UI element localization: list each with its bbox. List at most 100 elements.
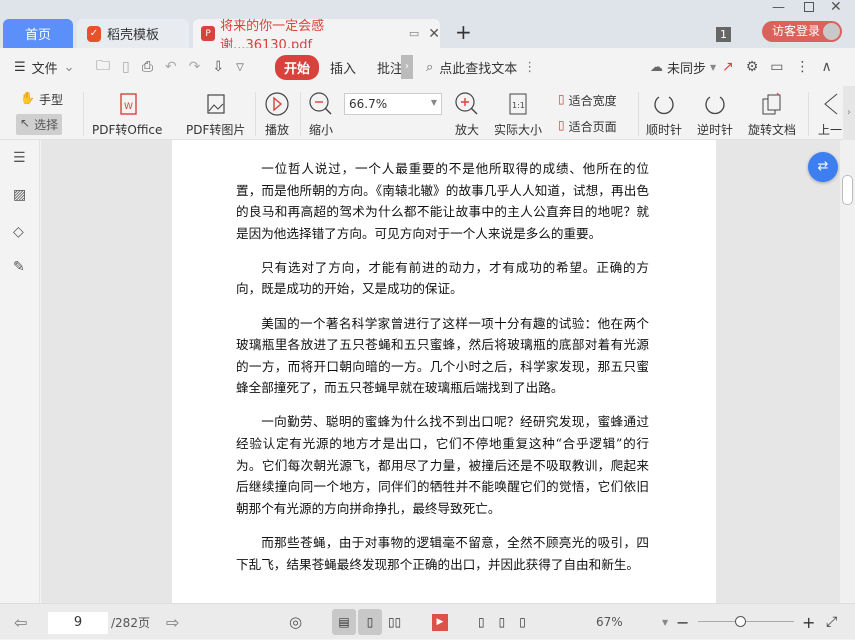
close-tab-icon[interactable]: ✕ [428,26,440,42]
settings-icon[interactable]: ⚙ [746,59,759,75]
sync-label: 未同步 [667,61,707,77]
tab-document[interactable]: P 将来的你一定会感谢...36130.pdf ▭ ✕ [193,19,440,53]
pdf-icon: P [201,26,216,41]
more-dropdown-icon[interactable]: ▽ [236,62,244,73]
docer-logo-icon: ✓ [87,25,101,42]
pdf-to-office-button[interactable]: W PDF转Office [92,91,162,138]
page-number-input[interactable]: 9 [48,612,108,634]
continuous-view-icon[interactable]: ▯ [358,609,382,635]
fit-width-button[interactable]: ▯ 适合宽度 [558,92,617,109]
fit-page-icon: ▯ [558,118,565,132]
actual-size-icon[interactable]: ▯ [478,615,485,629]
more-options-icon[interactable]: ⋮ [796,59,810,75]
close-window-button[interactable]: ✕ [830,0,842,15]
fit-page-icon[interactable]: ▯ [499,615,506,629]
pdf-to-office-icon: W [120,93,137,115]
fit-width-icon[interactable]: ▯ [519,615,526,629]
pdf-page: 一位哲人说过，一个人最重要的不是他所取得的成绩、他所在的位置，而是他所朝的方向。… [172,140,716,603]
new-tab-button[interactable]: + [455,20,472,44]
tab-home[interactable]: 首页 [3,19,73,48]
redo-icon[interactable]: ↷ [189,59,201,75]
paragraph: 只有选对了方向，才能有前进的动力，才有成功的希望。正确的方向，既是成功的开始，又… [236,259,649,297]
divider [300,92,301,136]
zoom-select[interactable]: 66.7% ▼ [344,93,442,115]
pin-icon[interactable]: ▭ [409,27,419,40]
bookmark-icon[interactable]: ◇ [13,224,24,240]
open-icon[interactable]: 🗀 [96,55,110,79]
zoom-slider[interactable] [698,616,794,627]
eye-protection-icon[interactable]: ◎ [289,604,302,640]
pdf-to-image-icon [207,94,225,114]
search-text[interactable]: ⌕ 点此查找文本 ⋮ [426,48,536,86]
tab-insert[interactable]: 插入 [330,48,356,86]
tab-templates[interactable]: ✓ 稻壳模板 [77,19,189,48]
print-icon[interactable]: ⎙ [142,59,153,75]
zoom-out-button[interactable]: 缩小 [308,91,334,138]
sync-status[interactable]: ☁ 未同步 ▼ [650,48,716,86]
play-button[interactable]: 播放 [264,91,290,138]
two-page-view-icon[interactable]: ▯▯ [388,604,401,640]
zoom-out-icon [309,92,332,115]
outline-icon[interactable]: ☰ [13,150,26,166]
document-viewer: 一位哲人说过，一个人最重要的不是他所取得的成绩、他所在的位置，而是他所朝的方向。… [41,140,840,603]
fullscreen-icon[interactable]: ⤢ [826,604,837,640]
fit-page-button[interactable]: ▯ 适合页面 [558,118,617,135]
ribbon-scroll-right[interactable]: › [843,86,855,140]
select-tool[interactable]: ↖ 选择 [16,114,63,135]
label: 适合页面 [568,120,617,134]
rotate-ccw-button[interactable]: 逆时针 [697,91,733,138]
hand-tool[interactable]: ✋ 手型 [20,91,63,108]
zoom-out-icon[interactable]: − [676,604,689,640]
rotate-cw-icon [654,96,674,115]
label: 实际大小 [494,123,543,137]
scrollbar-thumb[interactable] [842,175,853,205]
caret-icon: ▼ [710,62,717,72]
previous-page-button[interactable]: 上一 [818,91,842,138]
login-button[interactable]: 访客登录 [762,21,842,42]
login-label: 访客登录 [772,24,821,38]
search-label: 点此查找文本 [439,61,518,77]
cursor-icon: ↖ [20,116,31,130]
play-icon [265,92,289,116]
minimize-button[interactable]: — [772,0,785,15]
collapse-ribbon-icon[interactable]: ∧ [822,59,832,75]
next-page-icon[interactable]: ⇨ [166,604,179,640]
maximize-button[interactable] [804,2,814,12]
tab-start[interactable]: 开始 [275,54,320,80]
file-menu[interactable]: ☰ 文件 ⌄ [14,48,75,86]
undo-icon[interactable]: ↶ [165,59,177,75]
zoom-in-icon[interactable]: + [802,604,815,640]
label: 缩小 [308,123,333,137]
page-text: 一位哲人说过，一个人最重要的不是他所取得的成绩、他所在的位置，而是他所朝的方向。… [236,158,649,588]
save-icon[interactable]: ▯ [122,59,130,75]
zoom-slider-thumb[interactable] [735,616,747,627]
divider [255,92,256,136]
vertical-scrollbar[interactable] [840,140,855,603]
actual-size-button[interactable]: 1:1 实际大小 [494,91,542,138]
comment-icon[interactable]: ▭ [770,59,783,75]
file-label: 文件 [31,61,58,77]
tab-annotate[interactable]: 批注 [377,48,403,86]
select-label: 选择 [34,118,59,132]
prev-page-icon[interactable]: ⇦ [14,604,27,640]
thumbnail-icon[interactable]: ▨ [13,187,26,203]
zoom-percent[interactable]: 67% [596,604,623,640]
share-icon[interactable]: ↗ [722,59,734,75]
signature-icon[interactable]: ✎ [13,259,25,275]
play-icon[interactable]: ▶ [432,614,448,631]
actual-size-icon: 1:1 [509,93,527,115]
rotate-document-button[interactable]: 旋转文档 [748,91,796,138]
rotate-cw-button[interactable]: 顺时针 [646,91,682,138]
floating-convert-button[interactable]: ⇄ [808,152,838,182]
single-page-view-icon[interactable]: ▤ [332,609,356,635]
window-count-badge[interactable]: 1 [716,27,731,42]
rotate-document-icon [762,92,781,115]
divider [808,92,809,136]
tabs-scroll-right[interactable]: › [401,55,413,79]
zoom-dropdown-icon[interactable]: ▼ [662,604,668,640]
label: 旋转文档 [748,123,797,137]
paragraph: 而那些苍蝇，由于对事物的逻辑毫不留意，全然不顾亮光的吸引，四下乱飞，结果苍蝇最终… [236,534,649,572]
export-icon[interactable]: ⇩ [212,59,224,75]
zoom-in-button[interactable]: 放大 [454,91,480,138]
pdf-to-image-button[interactable]: PDF转图片 [186,91,245,138]
